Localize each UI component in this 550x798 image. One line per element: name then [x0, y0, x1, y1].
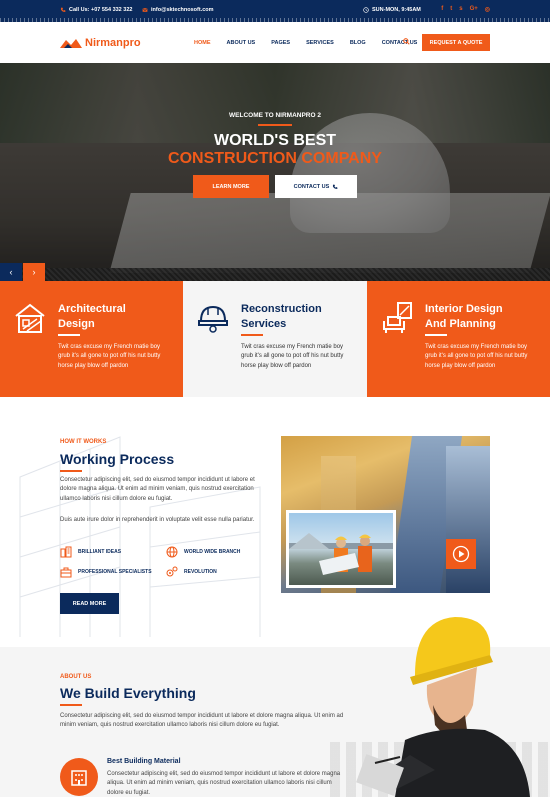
learn-more-button[interactable]: LEARN MORE	[193, 175, 269, 198]
building-sketch-decoration	[19, 436, 261, 637]
slider-next-button[interactable]: ›	[23, 263, 45, 281]
nav-item-about-us[interactable]: ABOUT US	[227, 40, 256, 46]
hero-divider	[258, 124, 292, 126]
feature-title-line2: Services	[241, 317, 287, 330]
feature-description: Twit cras excuse my French matie boy gru…	[58, 344, 161, 369]
feature-divider	[241, 334, 263, 336]
phone-icon	[60, 7, 66, 12]
feature-card-reconstruction[interactable]: Reconstruction Services Twit cras excuse…	[183, 281, 367, 397]
feature-card-architectural[interactable]: Architectural Design Twit cras excuse my…	[0, 281, 183, 397]
briefcase-icon	[60, 567, 72, 578]
how-title: Working Process	[60, 451, 175, 467]
feature-title-line2: Design	[58, 317, 95, 330]
armchair-icon	[383, 302, 412, 333]
engineers-photo	[286, 510, 396, 588]
feature-description: Twit cras excuse my French matie boy gru…	[241, 344, 344, 369]
nav-menu: HOME ABOUT US PAGES SERVICES BLOG CONTAC…	[194, 40, 433, 46]
how-divider	[60, 470, 82, 472]
social-links: f t s G+ ◎	[441, 6, 490, 13]
contact-us-label: CONTACT US	[293, 183, 330, 190]
hero-title-line2: CONSTRUCTION COMPANY	[168, 150, 382, 167]
instagram-icon[interactable]: ◎	[485, 6, 490, 13]
hours-text: SUN-MON, 9:45AM	[372, 7, 421, 13]
hours-info: SUN-MON, 9:45AM	[363, 7, 421, 13]
point-professional-specialists: PROFESSIONAL SPECIALISTS	[60, 566, 152, 578]
facebook-icon[interactable]: f	[441, 6, 443, 13]
point-label: PROFESSIONAL SPECIALISTS	[78, 569, 152, 575]
email-info[interactable]: info@sktechnosoft.com	[142, 7, 214, 13]
hero-welcome: WELCOME TO NIRMANPRO 2	[229, 112, 321, 119]
about-item-description: Consectetur adipiscing elit, sed do eius…	[107, 771, 341, 796]
house-blueprint-icon	[15, 303, 45, 333]
point-label: BRILLIANT IDEAS	[78, 549, 122, 555]
play-icon	[452, 545, 470, 563]
read-more-button[interactable]: READ MORE	[60, 593, 119, 614]
point-label: REVOLUTION	[184, 569, 217, 575]
feature-title: Architectural Design	[58, 302, 126, 332]
point-revolution: REVOLUTION	[166, 566, 217, 578]
building-icon	[71, 770, 87, 786]
hero-overlay	[0, 63, 550, 281]
phone-info[interactable]: Call Us: +07 554 332 322	[60, 7, 132, 13]
roof-logo-icon	[60, 39, 82, 48]
engineers-illustration	[289, 533, 393, 575]
google-plus-icon[interactable]: G+	[470, 6, 478, 13]
request-quote-button[interactable]: REQUEST A QUOTE	[422, 34, 490, 51]
logo-text: Nirmanpro	[85, 37, 141, 49]
point-world-wide-branch: WORLD WIDE BRANCH	[166, 546, 240, 558]
contact-us-button[interactable]: CONTACT US	[275, 175, 357, 198]
envelope-icon	[142, 7, 148, 12]
how-paragraph-1: Consectetur adipiscing elit, sed do eius…	[60, 477, 255, 502]
twitter-icon[interactable]: t	[450, 6, 452, 13]
phone-icon	[333, 184, 338, 189]
about-paragraph: Consectetur adipiscing elit, sed do eius…	[60, 713, 344, 729]
about-item-title: Best Building Material	[107, 758, 181, 765]
hero-title-line1: WORLD'S BEST	[213, 132, 337, 149]
building-material-icon-badge	[60, 758, 98, 796]
clock-icon	[363, 7, 369, 13]
skype-icon[interactable]: s	[459, 6, 462, 13]
feature-title: Interior Design And Planning	[425, 302, 503, 332]
about-kicker: ABOUT US	[60, 674, 92, 680]
search-icon[interactable]	[403, 38, 410, 45]
globe-icon	[166, 546, 178, 558]
feature-title-line2: And Planning	[425, 317, 496, 330]
feature-card-interior[interactable]: Interior Design And Planning Twit cras e…	[367, 281, 550, 397]
construction-worker-image	[356, 617, 530, 797]
how-paragraph-2: Duis aute irure dolor in reprehenderit i…	[60, 517, 255, 523]
hero-slider	[0, 63, 550, 281]
feature-divider	[58, 334, 80, 336]
feature-title-line1: Interior Design	[425, 303, 503, 315]
main-navigation: Nirmanpro HOME ABOUT US PAGES SERVICES B…	[0, 22, 550, 63]
gears-icon	[166, 566, 178, 577]
nav-item-home[interactable]: HOME	[194, 40, 211, 46]
nav-item-services[interactable]: SERVICES	[306, 40, 334, 46]
feature-title: Reconstruction Services	[241, 302, 322, 332]
play-video-button[interactable]	[446, 539, 476, 569]
nav-item-pages[interactable]: PAGES	[271, 40, 290, 46]
hero-stripe	[0, 268, 550, 281]
point-label: WORLD WIDE BRANCH	[184, 549, 241, 555]
feature-divider	[425, 334, 447, 336]
how-kicker: HOW IT WORKS	[60, 439, 107, 445]
helmet-icon	[198, 305, 228, 333]
nav-item-contact-us[interactable]: CONTACT US	[382, 40, 418, 46]
building-icon	[60, 546, 72, 558]
slider-prev-button[interactable]: ‹	[0, 263, 22, 281]
feature-description: Twit cras excuse my French matie boy gru…	[425, 344, 528, 369]
site-logo[interactable]: Nirmanpro	[60, 37, 141, 49]
top-bar: Call Us: +07 554 332 322 info@sktechnoso…	[0, 0, 550, 22]
nav-item-blog[interactable]: BLOG	[350, 40, 366, 46]
point-brilliant-ideas: BRILLIANT IDEAS	[60, 546, 121, 558]
about-divider	[60, 704, 82, 706]
tower-shape	[446, 446, 490, 593]
feature-title-line1: Architectural	[58, 303, 126, 315]
phone-text: Call Us: +07 554 332 322	[69, 7, 133, 13]
feature-title-line1: Reconstruction	[241, 303, 322, 315]
about-title: We Build Everything	[60, 685, 196, 701]
email-text: info@sktechnosoft.com	[151, 7, 214, 13]
